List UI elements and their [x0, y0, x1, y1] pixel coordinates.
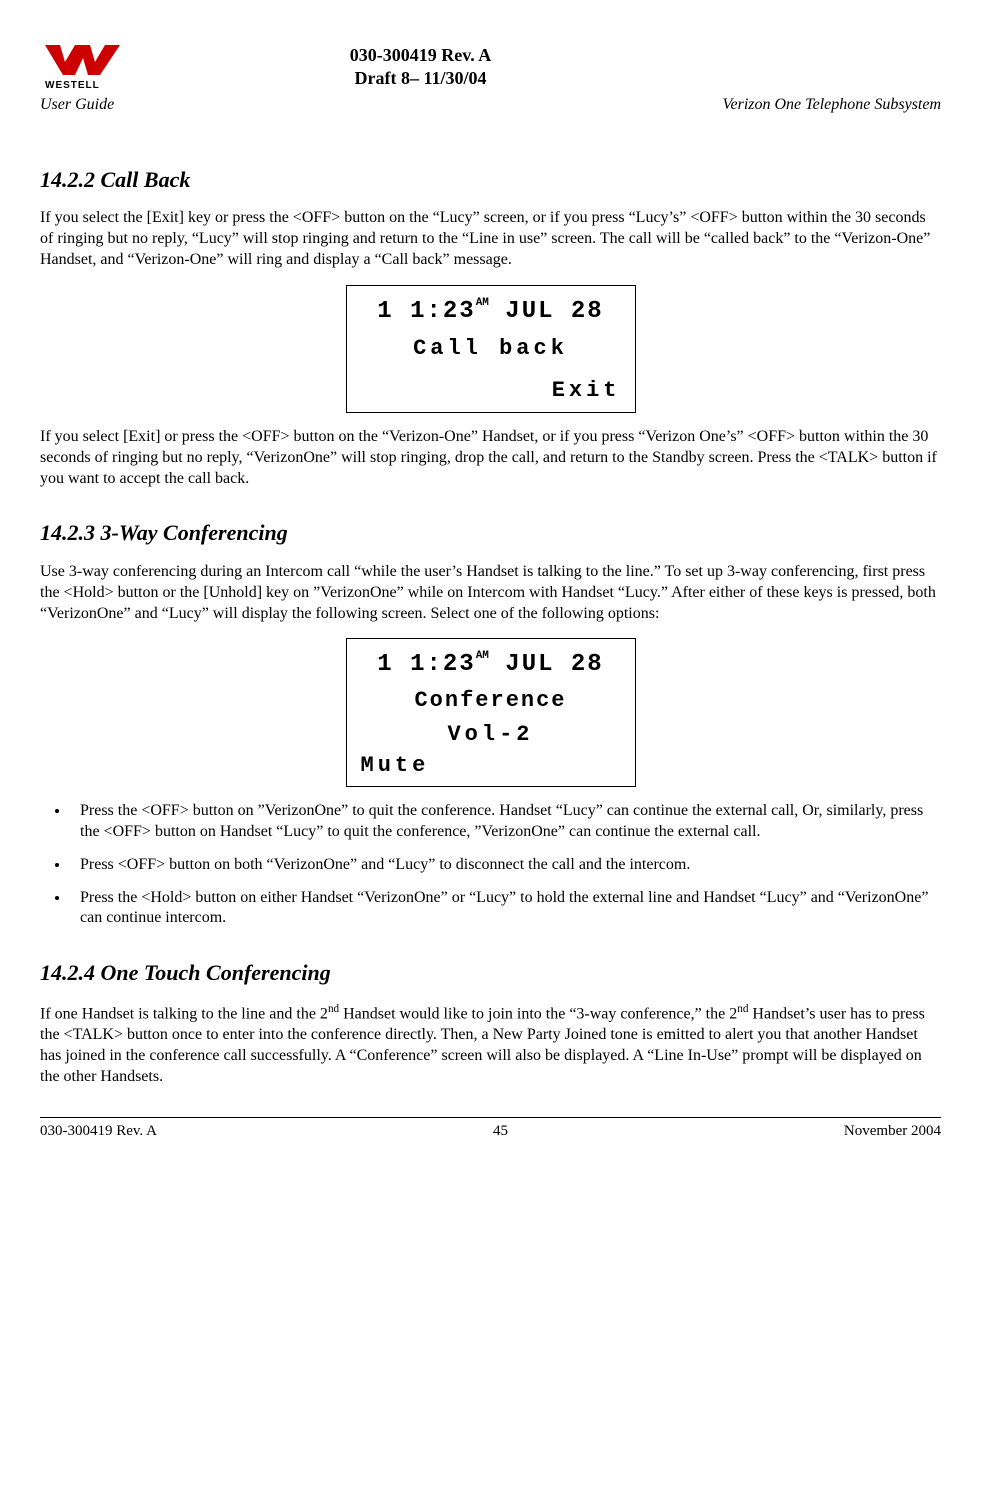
onetouch-mid: Handset would like to join into the “3-w…	[339, 1005, 737, 1022]
lcd-line-vol: Vol-2	[361, 721, 621, 750]
lcd-conference-wrapper: 1 1:23AM JUL 28 Conference Vol-2 Mute	[40, 638, 941, 787]
svg-text:WESTELL: WESTELL	[45, 80, 100, 90]
product-name: Verizon One Telephone Subsystem	[723, 95, 942, 116]
lcd-call-back: 1 1:23AM JUL 28 Call back Exit	[346, 285, 636, 413]
lcd-conference: 1 1:23AM JUL 28 Conference Vol-2 Mute	[346, 638, 636, 787]
heading-onetouch: 14.2.4 One Touch Conferencing	[40, 959, 941, 988]
lcd-line-conference: Conference	[361, 687, 621, 716]
footer-right: November 2004	[844, 1122, 941, 1142]
lcd-time-ampm: AM	[476, 297, 489, 309]
lcd2-time-ampm: AM	[476, 650, 489, 662]
lcd-line-mute: Mute	[361, 752, 621, 781]
onetouch-pre: If one Handset is talking to the line an…	[40, 1005, 328, 1022]
lcd2-time-hm: 1 1:23	[377, 651, 475, 678]
page-footer: 030-300419 Rev. A 45 November 2004	[40, 1118, 941, 1142]
footer-page-number: 45	[493, 1122, 508, 1142]
lcd2-time-date: JUL 28	[489, 651, 604, 678]
para-call-back-2: If you select [Exit] or press the <OFF> …	[40, 427, 941, 489]
lcd-time-date: JUL 28	[489, 298, 604, 325]
user-guide-label: User Guide	[40, 95, 114, 116]
draft-line: Draft 8– 11/30/04	[160, 67, 681, 90]
para-onetouch: If one Handset is talking to the line an…	[40, 1002, 941, 1088]
lcd-line-call-back: Call back	[361, 335, 621, 364]
logo-block: WESTELL	[40, 40, 160, 90]
subheader: User Guide Verizon One Telephone Subsyst…	[40, 95, 941, 116]
page-header: WESTELL 030-300419 Rev. A Draft 8– 11/30…	[40, 40, 941, 91]
bullet-list-3way: Press the <OFF> button on ”VerizonOne” t…	[70, 801, 941, 929]
heading-call-back: 14.2.2 Call Back	[40, 166, 941, 195]
westell-logo: WESTELL	[40, 40, 130, 90]
lcd-call-back-wrapper: 1 1:23AM JUL 28 Call back Exit	[40, 285, 941, 413]
list-item: Press <OFF> button on both “VerizonOne” …	[70, 855, 941, 876]
doc-title-block: 030-300419 Rev. A Draft 8– 11/30/04	[160, 44, 681, 91]
heading-3way: 14.2.3 3-Way Conferencing	[40, 519, 941, 548]
onetouch-sup1: nd	[328, 1003, 339, 1015]
para-call-back-1: If you select the [Exit] key or press th…	[40, 208, 941, 270]
lcd-clock-2: 1 1:23AM JUL 28	[361, 649, 621, 680]
lcd-time-hm: 1 1:23	[377, 298, 475, 325]
lcd-line-exit: Exit	[361, 377, 621, 406]
lcd-clock: 1 1:23AM JUL 28	[361, 296, 621, 327]
list-item: Press the <OFF> button on ”VerizonOne” t…	[70, 801, 941, 843]
onetouch-sup2: nd	[737, 1003, 748, 1015]
doc-id: 030-300419 Rev. A	[160, 44, 681, 67]
footer-left: 030-300419 Rev. A	[40, 1122, 157, 1142]
list-item: Press the <Hold> button on either Handse…	[70, 888, 941, 930]
para-3way-1: Use 3-way conferencing during an Interco…	[40, 562, 941, 624]
